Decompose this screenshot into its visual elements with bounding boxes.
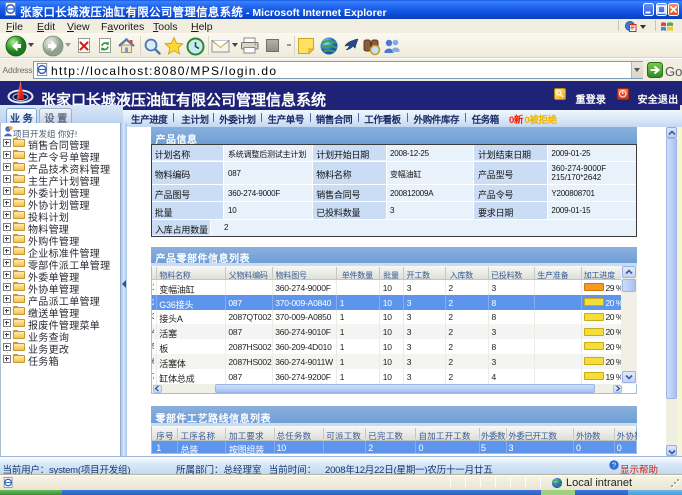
svg-text:?: ? [611,461,615,470]
